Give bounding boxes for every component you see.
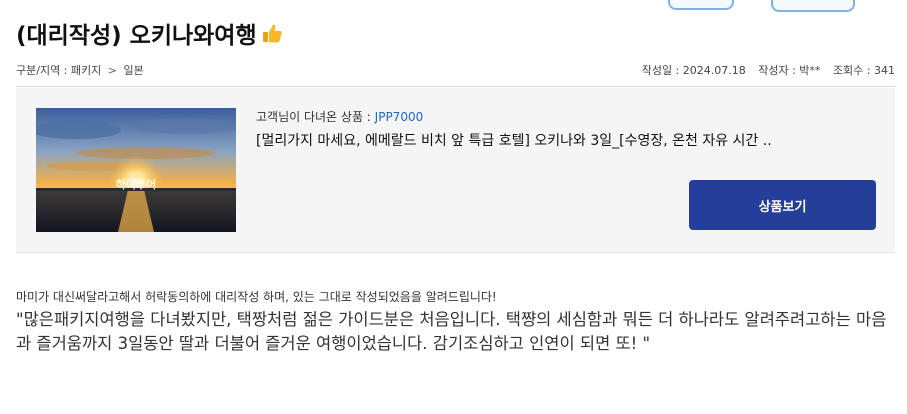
page-title: (대리작성) 오키나와여행 xyxy=(16,16,283,50)
breadcrumb: 구분/지역 : 패키지 > 일본 xyxy=(16,62,144,78)
post-title-text: (대리작성) 오키나와여행 xyxy=(16,23,257,49)
product-code-label: 고객님이 다녀온 상품 : xyxy=(256,110,375,124)
breadcrumb-region[interactable]: 일본 xyxy=(123,64,143,77)
product-image[interactable]: 하이투어 xyxy=(36,108,236,232)
divider xyxy=(16,86,895,87)
post-views: 조회수 : 341 xyxy=(832,64,895,77)
image-overlay-text: 하이투어 xyxy=(116,177,156,191)
breadcrumb-category: 구분/지역 : 패키지 xyxy=(16,64,102,77)
view-product-button[interactable]: 상품보기 xyxy=(689,180,876,230)
top-decoration xyxy=(668,0,734,10)
review-text: "많은패키지여행을 다녀봤지만, 택짱처럼 젊은 가이드분은 처음입니다. 택쨩… xyxy=(16,310,887,353)
chevron-right-icon: > xyxy=(107,64,117,77)
product-code-line: 고객님이 다녀온 상품 : JPP7000 xyxy=(256,108,423,125)
post-date: 작성일 : 2024.07.18 xyxy=(641,64,746,77)
proxy-notice: 마미가 대신써달라고해서 허락동의하에 대리작성 하며, 있는 그대로 작성되었… xyxy=(16,290,497,304)
post-info: 작성일 : 2024.07.18 작성자 : 박** 조회수 : 341 xyxy=(633,62,895,78)
top-decoration xyxy=(771,0,855,12)
product-name[interactable]: [멀리가지 마세요, 에메랄드 비치 앞 특급 호텔] 오키나와 3일_[수영장… xyxy=(256,130,886,150)
product-card: 하이투어 고객님이 다녀온 상품 : JPP7000 [멀리가지 마세요, 에메… xyxy=(16,88,895,253)
post-author: 작성자 : 박** xyxy=(758,64,821,77)
thumbs-up-icon xyxy=(261,22,283,44)
product-code[interactable]: JPP7000 xyxy=(375,110,424,124)
